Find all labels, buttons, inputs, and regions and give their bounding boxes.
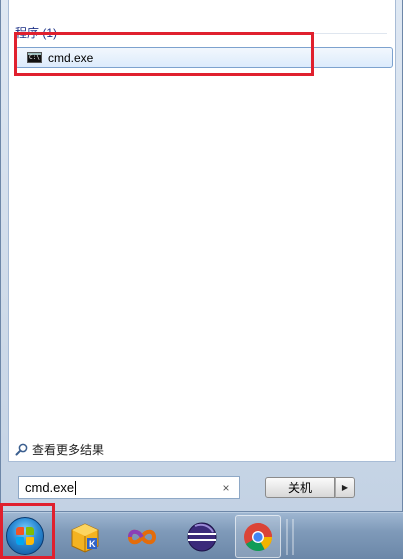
search-icon	[15, 443, 28, 456]
taskbar: K	[0, 512, 403, 559]
result-item-cmd[interactable]: cmd.exe	[15, 47, 393, 68]
start-menu: 程序 (1) cmd.exe 查看更多结果 cmd.exe × 关机 ▶	[0, 0, 403, 512]
see-more-results-link[interactable]: 查看更多结果	[15, 441, 104, 458]
search-input-value: cmd.exe	[25, 479, 77, 496]
clear-search-icon[interactable]: ×	[219, 481, 233, 495]
text-caret	[75, 481, 77, 496]
search-input[interactable]: cmd.exe ×	[18, 476, 240, 499]
group-divider	[65, 33, 387, 34]
svg-text:K: K	[89, 539, 96, 549]
shutdown-button[interactable]: 关机	[265, 477, 335, 498]
taskbar-separator	[286, 519, 288, 555]
kingsoft-icon[interactable]: K	[68, 520, 102, 554]
start-button[interactable]	[6, 517, 44, 555]
visual-studio-icon[interactable]	[125, 520, 159, 554]
result-item-label: cmd.exe	[48, 50, 94, 65]
eclipse-icon[interactable]	[185, 520, 219, 554]
windows-logo-icon	[16, 527, 34, 545]
search-results-pane: 程序 (1) cmd.exe 查看更多结果	[8, 0, 396, 462]
taskbar-separator	[292, 519, 294, 555]
see-more-label: 查看更多结果	[32, 443, 105, 457]
shutdown-options-arrow-icon[interactable]: ▶	[335, 477, 355, 498]
group-header-programs: 程序 (1)	[15, 26, 58, 40]
cmd-icon	[27, 52, 42, 63]
chrome-icon[interactable]	[241, 520, 275, 554]
